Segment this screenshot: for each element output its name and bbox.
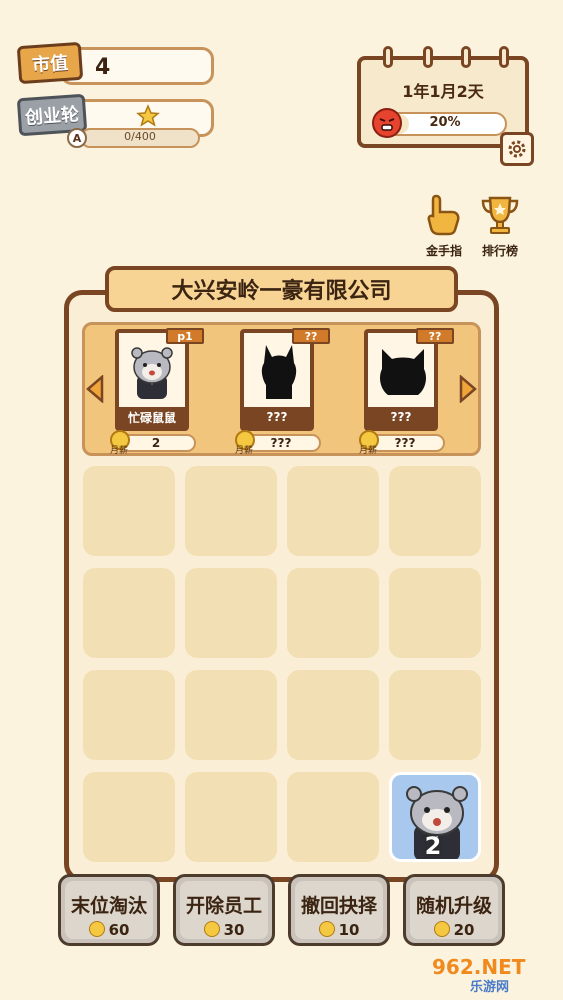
- action-cost: 30: [176, 921, 272, 939]
- card-tag: ??: [292, 328, 330, 344]
- employee-card-locked[interactable]: ???: [364, 329, 438, 431]
- random-upgrade-button[interactable]: 随机升级 20: [403, 874, 505, 946]
- eliminate-last-button[interactable]: 末位淘汰 60: [58, 874, 160, 946]
- grid-cell[interactable]: [389, 568, 481, 658]
- card-name: 忙碌鼠鼠: [119, 407, 185, 427]
- settings-gear-button[interactable]: [500, 132, 534, 166]
- round-badge: A: [67, 128, 87, 148]
- card-tag: ??: [416, 328, 454, 344]
- fire-employee-button[interactable]: 开除员工 30: [173, 874, 275, 946]
- card-name: ???: [244, 407, 310, 427]
- grid-cell[interactable]: [389, 670, 481, 760]
- action-cost: 60: [61, 921, 157, 939]
- undo-choice-button[interactable]: 撤回抉择 10: [288, 874, 390, 946]
- arrow-right-icon[interactable]: [459, 375, 477, 403]
- action-cost: 20: [406, 921, 502, 939]
- card-tag: p1: [166, 328, 204, 344]
- employee-card[interactable]: 忙碌鼠鼠: [115, 329, 189, 431]
- action-label: 末位淘汰: [70, 895, 147, 917]
- salary-label: 月薪: [110, 446, 129, 456]
- grid-cell[interactable]: [185, 772, 277, 862]
- grid-cell[interactable]: [83, 670, 175, 760]
- grid-cell[interactable]: [83, 568, 175, 658]
- cat-silhouette-icon: [380, 349, 426, 395]
- leaderboard-label: 排行榜: [481, 244, 518, 258]
- grid-cell[interactable]: [287, 466, 379, 556]
- golden-finger-button[interactable]: 金手指: [418, 192, 470, 259]
- action-label: 开除员工: [185, 895, 262, 917]
- trophy-icon: [481, 196, 519, 234]
- calendar-ring: [423, 46, 433, 68]
- grid-cell[interactable]: [287, 670, 379, 760]
- angry-face-icon: [372, 108, 402, 138]
- gear-icon: [508, 140, 526, 158]
- grid-cell[interactable]: [185, 466, 277, 556]
- market-value: 4: [95, 55, 111, 80]
- calendar-date: 1年1月2天: [402, 82, 484, 101]
- salary-label: 月薪: [359, 446, 378, 456]
- leaderboard-button[interactable]: 排行榜: [474, 192, 526, 259]
- grid-cell[interactable]: [389, 466, 481, 556]
- golden-finger-label: 金手指: [425, 244, 462, 258]
- company-name-banner: 大兴安岭一豪有限公司: [105, 266, 458, 312]
- card-name: ???: [368, 407, 434, 427]
- grid-cell[interactable]: [287, 772, 379, 862]
- calendar-ring: [383, 46, 393, 68]
- cat-silhouette-icon: [261, 345, 297, 399]
- calendar-ring: [499, 46, 509, 68]
- employee-card-locked[interactable]: ???: [240, 329, 314, 431]
- hamster-icon: [131, 347, 173, 399]
- grid-cell[interactable]: [185, 568, 277, 658]
- calendar-ring: [461, 46, 471, 68]
- action-label: 撤回抉择: [300, 895, 377, 917]
- star-icon: [136, 104, 160, 127]
- action-cost: 10: [291, 921, 387, 939]
- grid-cell[interactable]: [83, 466, 175, 556]
- grid-cell[interactable]: [287, 568, 379, 658]
- action-label: 随机升级: [415, 895, 492, 917]
- salary-label: 月薪: [235, 446, 254, 456]
- arrow-left-icon[interactable]: [86, 375, 104, 403]
- market-value-label: 市值: [16, 41, 84, 85]
- watermark-text: 乐游网: [470, 980, 510, 995]
- grid-cell[interactable]: [185, 670, 277, 760]
- smile-coin-icon: [318, 921, 335, 937]
- smile-coin-icon: [433, 921, 450, 937]
- tile-level: 2: [424, 832, 442, 860]
- pointing-hand-icon: [427, 194, 460, 236]
- grid-cell[interactable]: [83, 772, 175, 862]
- round-progress-text: 0/400: [124, 130, 156, 143]
- smile-coin-icon: [203, 921, 220, 937]
- smile-coin-icon: [88, 921, 105, 937]
- market-value-bar: [60, 47, 214, 85]
